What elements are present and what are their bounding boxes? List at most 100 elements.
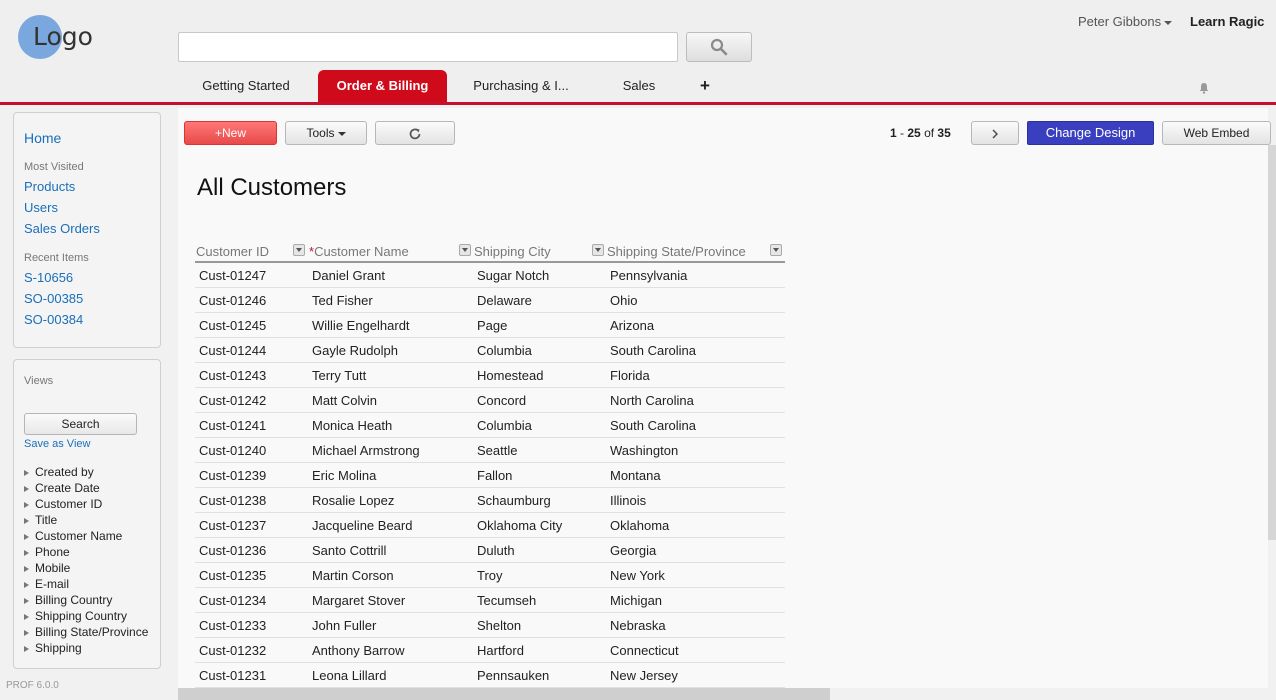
chevron-down-icon: [1164, 20, 1173, 25]
global-search-input[interactable]: [178, 32, 678, 62]
tab-order-billing[interactable]: Order & Billing: [318, 70, 447, 102]
filter-field-shipping-country[interactable]: Shipping Country: [24, 609, 127, 623]
table-cell: Michigan: [610, 593, 663, 608]
table-row[interactable]: Cust-01240 Michael Armstrong Seattle Washin…: [195, 438, 785, 463]
table-row[interactable]: Cust-01232 Anthony Barrow Hartford Connecti…: [195, 638, 785, 663]
table-row[interactable]: Cust-01243 Terry Tutt Homestead Florida: [195, 363, 785, 388]
refresh-icon: [409, 128, 421, 140]
tab-getting-started[interactable]: Getting Started: [186, 70, 306, 102]
filter-field-phone[interactable]: Phone: [24, 545, 70, 559]
recent-item[interactable]: S-10656: [24, 270, 73, 285]
filter-field-customer-id[interactable]: Customer ID: [24, 497, 102, 511]
table-row[interactable]: Cust-01231 Leona Lillard Pennsauken New Jer…: [195, 663, 785, 688]
table-row[interactable]: Cust-01237 Jacqueline Beard Oklahoma City O…: [195, 513, 785, 538]
views-panel: Views Search Save as View Created by Cre…: [13, 359, 161, 669]
table-cell: Cust-01234: [199, 593, 267, 608]
tools-dropdown[interactable]: Tools: [285, 121, 367, 145]
filter-field-title[interactable]: Title: [24, 513, 57, 527]
table-cell: Pennsylvania: [610, 268, 688, 283]
table-cell: Jacqueline Beard: [312, 518, 413, 533]
change-design-button[interactable]: Change Design: [1027, 121, 1154, 145]
table-row[interactable]: Cust-01246 Ted Fisher Delaware Ohio: [195, 288, 785, 313]
table-cell: Anthony Barrow: [312, 643, 405, 658]
notification-bell-icon[interactable]: [1198, 82, 1210, 97]
vertical-scrollbar[interactable]: [1268, 145, 1276, 540]
table-row[interactable]: Cust-01234 Margaret Stover Tecumseh Michiga…: [195, 588, 785, 613]
table-cell: Cust-01241: [199, 418, 267, 433]
new-record-button[interactable]: +New: [184, 121, 277, 145]
search-button[interactable]: [686, 32, 752, 62]
table-row[interactable]: Cust-01235 Martin Corson Troy New York: [195, 563, 785, 588]
table-cell: Ted Fisher: [312, 293, 373, 308]
filter-field-billing-country[interactable]: Billing Country: [24, 593, 112, 607]
views-search-button[interactable]: Search: [24, 413, 137, 435]
recent-item[interactable]: SO-00385: [24, 291, 83, 306]
table-cell: Martin Corson: [312, 568, 394, 583]
main-content: +New Tools 1 - 25 of 35 Change Design We…: [178, 108, 1271, 700]
user-menu[interactable]: Peter Gibbons: [1078, 14, 1173, 29]
horizontal-scrollbar[interactable]: [178, 688, 830, 700]
add-tab-button[interactable]: +: [690, 70, 720, 102]
filter-field-email[interactable]: E-mail: [24, 577, 69, 591]
table-row[interactable]: Cust-01233 John Fuller Shelton Nebraska: [195, 613, 785, 638]
table-cell: Eric Molina: [312, 468, 377, 483]
table-cell: Cust-01238: [199, 493, 267, 508]
page-title: All Customers: [197, 174, 347, 201]
refresh-button[interactable]: [375, 121, 455, 145]
table-row[interactable]: Cust-01245 Willie Engelhardt Page Arizona: [195, 313, 785, 338]
column-header-customer-name[interactable]: *Customer Name: [309, 244, 409, 259]
tab-purchasing[interactable]: Purchasing & I...: [462, 70, 580, 102]
chevron-right-icon: [992, 129, 998, 139]
table-row[interactable]: Cust-01241 Monica Heath Columbia South Caro…: [195, 413, 785, 438]
recent-items-label: Recent Items: [24, 252, 89, 264]
column-header-shipping-city[interactable]: Shipping City: [474, 244, 551, 259]
table-row[interactable]: Cust-01238 Rosalie Lopez Schaumburg Illinoi…: [195, 488, 785, 513]
table-cell: Cust-01244: [199, 343, 267, 358]
table-cell: Duluth: [477, 543, 515, 558]
column-menu-icon[interactable]: [770, 244, 782, 256]
search-icon: [710, 38, 728, 56]
table-cell: Seattle: [477, 443, 518, 458]
filter-field-create-date[interactable]: Create Date: [24, 481, 100, 495]
table-cell: Arizona: [610, 318, 655, 333]
tab-sales[interactable]: Sales: [605, 70, 673, 102]
most-visited-sales-orders[interactable]: Sales Orders: [24, 221, 100, 236]
filter-field-billing-state[interactable]: Billing State/Province: [24, 625, 148, 639]
recent-item[interactable]: SO-00384: [24, 312, 83, 327]
expand-arrow-icon: [24, 581, 29, 588]
table-cell: John Fuller: [312, 618, 377, 633]
table-cell: Cust-01239: [199, 468, 267, 483]
table-cell: Cust-01237: [199, 518, 267, 533]
table-cell: Nebraska: [610, 618, 666, 633]
table-cell: Matt Colvin: [312, 393, 378, 408]
column-header-customer-id[interactable]: Customer ID: [196, 244, 269, 259]
table-cell: Leona Lillard: [312, 668, 387, 683]
filter-field-mobile[interactable]: Mobile: [24, 561, 70, 575]
table-cell: Margaret Stover: [312, 593, 406, 608]
most-visited-products[interactable]: Products: [24, 179, 75, 194]
column-header-shipping-state[interactable]: Shipping State/Province: [607, 244, 746, 259]
most-visited-users[interactable]: Users: [24, 200, 58, 215]
table-row[interactable]: Cust-01247 Daniel Grant Sugar Notch Pennsyl…: [195, 263, 785, 288]
table-row[interactable]: Cust-01236 Santo Cottrill Duluth Georgia: [195, 538, 785, 563]
tools-label: Tools: [306, 126, 335, 140]
filter-field-customer-name[interactable]: Customer Name: [24, 529, 122, 543]
most-visited-label: Most Visited: [24, 161, 84, 173]
home-link[interactable]: Home: [24, 130, 61, 146]
column-menu-icon[interactable]: [293, 244, 305, 256]
table-row[interactable]: Cust-01242 Matt Colvin Concord North Caroli…: [195, 388, 785, 413]
column-menu-icon[interactable]: [459, 244, 471, 256]
logo-text[interactable]: Logo: [33, 22, 93, 51]
next-page-button[interactable]: [971, 121, 1019, 145]
learn-ragic-link[interactable]: Learn Ragic: [1190, 14, 1264, 29]
web-embed-button[interactable]: Web Embed: [1162, 121, 1271, 145]
save-as-view-link[interactable]: Save as View: [24, 438, 90, 450]
chevron-down-icon: [337, 131, 346, 136]
table-row[interactable]: Cust-01239 Eric Molina Fallon Montana: [195, 463, 785, 488]
table-cell: Cust-01236: [199, 543, 267, 558]
filter-field-created-by[interactable]: Created by: [24, 465, 94, 479]
table-cell: Oklahoma: [610, 518, 670, 533]
column-menu-icon[interactable]: [592, 244, 604, 256]
filter-field-shipping[interactable]: Shipping: [24, 641, 82, 655]
table-row[interactable]: Cust-01244 Gayle Rudolph Columbia South Car…: [195, 338, 785, 363]
